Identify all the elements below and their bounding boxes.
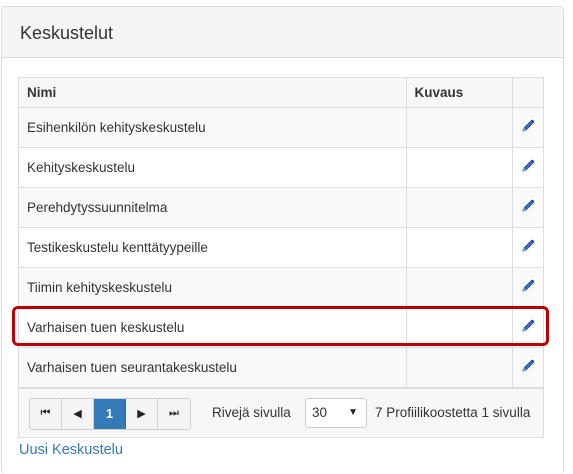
row-name-cell: Perehdytyssuunnitelma — [19, 186, 407, 228]
table-row[interactable]: Testikeskustelu kenttätyypeille — [19, 226, 543, 268]
pencil-icon — [520, 358, 536, 377]
row-name-cell: Varhaisen tuen keskustelu — [19, 306, 407, 348]
caret-down-icon: ▼ — [348, 407, 358, 418]
row-description-cell — [405, 226, 513, 268]
column-header-name[interactable]: Nimi — [19, 78, 407, 108]
pencil-icon — [520, 198, 536, 217]
column-header-edit — [511, 78, 543, 108]
row-description-cell — [405, 346, 513, 388]
column-header-description[interactable]: Kuvaus — [405, 78, 513, 108]
rows-per-page-value: 30 — [312, 405, 328, 420]
new-conversation-link[interactable]: Uusi Keskustelu — [19, 442, 123, 458]
panel-title: Keskustelut — [20, 23, 114, 43]
pencil-icon — [520, 238, 536, 257]
table-row[interactable]: Varhaisen tuen seurantakeskustelu — [19, 346, 543, 388]
row-name-cell: Varhaisen tuen seurantakeskustelu — [19, 346, 407, 388]
table-row[interactable]: Perehdytyssuunnitelma — [19, 186, 543, 228]
pencil-icon — [520, 318, 536, 337]
row-description-cell — [405, 266, 513, 308]
row-name-cell: Tiimin kehityskeskustelu — [19, 266, 407, 308]
row-name-cell: Esihenkilön kehityskeskustelu — [19, 106, 407, 148]
table-header-row: Nimi Kuvaus — [19, 78, 543, 108]
row-name-cell: Testikeskustelu kenttätyypeille — [19, 226, 407, 268]
edit-button[interactable] — [511, 266, 543, 308]
row-description-cell — [405, 306, 513, 348]
table-row[interactable]: Tiimin kehityskeskustelu — [19, 266, 543, 308]
edit-button[interactable] — [511, 106, 543, 148]
pagination: ⏮ ◀ 1 ▶ ⏭ — [29, 397, 191, 430]
edit-button[interactable] — [511, 146, 543, 188]
row-description-cell — [405, 146, 513, 188]
pager-bar: ⏮ ◀ 1 ▶ ⏭ Rivejä sivulla 30 ▼ 7 Profiili… — [19, 387, 543, 437]
pencil-icon — [520, 118, 536, 137]
first-page-button[interactable]: ⏮ — [30, 398, 62, 429]
table-row[interactable]: Varhaisen tuen keskustelu — [19, 306, 543, 348]
table-row[interactable]: Esihenkilön kehityskeskustelu — [19, 106, 543, 148]
rows-per-page-select[interactable]: 30 ▼ — [305, 397, 367, 428]
row-name-cell: Kehityskeskustelu — [19, 146, 407, 188]
edit-button[interactable] — [511, 226, 543, 268]
pencil-icon — [520, 158, 536, 177]
edit-button[interactable] — [511, 186, 543, 228]
current-page-button[interactable]: 1 — [94, 398, 126, 429]
conversations-grid: Nimi Kuvaus Esihenkilön kehityskeskustel… — [18, 77, 544, 438]
pager-info: 7 Profiilikoostetta 1 sivulla — [375, 404, 531, 420]
next-page-button[interactable]: ▶ — [126, 398, 158, 429]
edit-button[interactable] — [511, 346, 543, 388]
rows-per-page-label: Rivejä sivulla — [212, 404, 291, 420]
previous-page-button[interactable]: ◀ — [62, 398, 94, 429]
last-page-button[interactable]: ⏭ — [158, 398, 190, 429]
pencil-icon — [520, 278, 536, 297]
row-description-cell — [405, 106, 513, 148]
conversations-table: Nimi Kuvaus Esihenkilön kehityskeskustel… — [19, 78, 543, 388]
table-row[interactable]: Kehityskeskustelu — [19, 146, 543, 188]
edit-button[interactable] — [511, 306, 543, 348]
row-description-cell — [405, 186, 513, 228]
